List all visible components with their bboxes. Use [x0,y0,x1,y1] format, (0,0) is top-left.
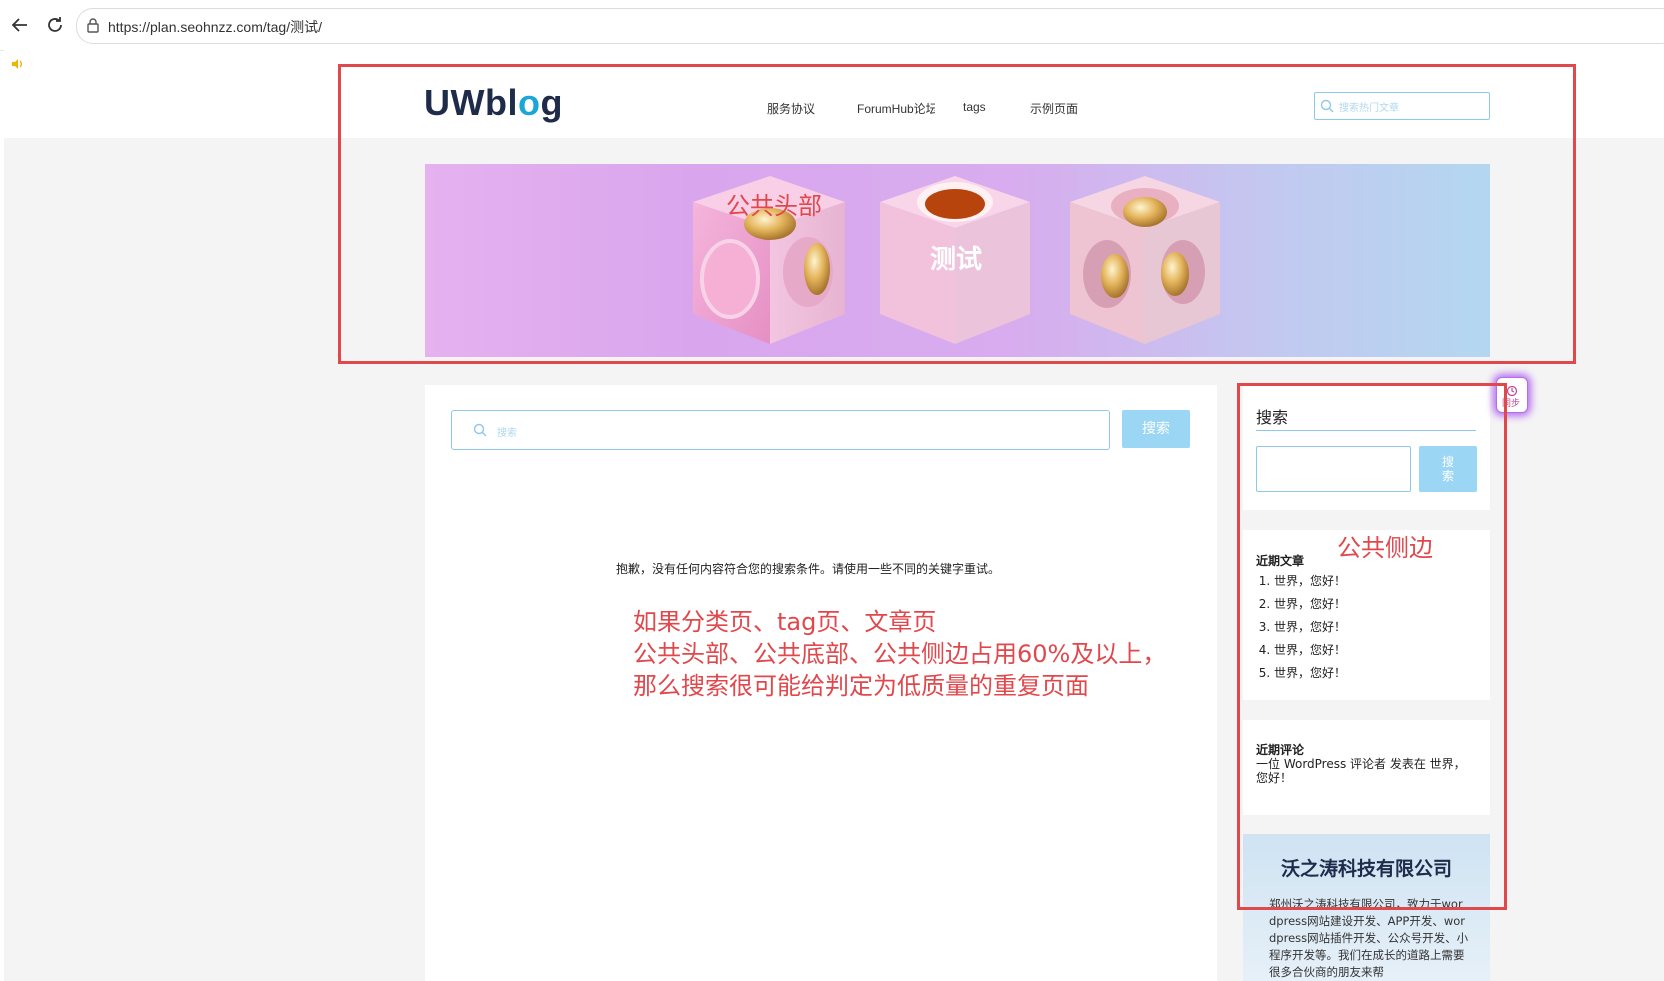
note-line-3: 那么搜索很可能给判定为低质量的重复页面 [633,672,1089,700]
sidebar-annotation-label: 公共侧边 [1337,534,1433,562]
main-search-placeholder: 搜索 [497,428,517,439]
note-line-2: 公共头部、公共底部、公共侧边占用60%及以上， [633,640,1167,668]
header-highlight-box [338,64,1576,364]
sidebar-highlight-box [1237,383,1507,910]
main-search-button[interactable]: 搜索 [1122,410,1190,448]
note-line-1: 如果分类页、tag页、文章页 [633,608,937,636]
speaker-icon[interactable] [11,55,23,69]
url-text: https://plan.seohnzz.com/tag/测试/ [108,19,322,35]
no-results-message: 抱歉，没有任何内容符合您的搜索条件。请使用一些不同的关键字重试。 [616,562,1001,576]
main-search-input[interactable]: 搜索 [451,410,1110,450]
search-icon [473,422,487,441]
back-icon[interactable] [10,15,30,35]
reload-icon[interactable] [45,15,65,35]
header-annotation-label: 公共头部 [726,192,822,220]
lock-icon [86,17,100,33]
